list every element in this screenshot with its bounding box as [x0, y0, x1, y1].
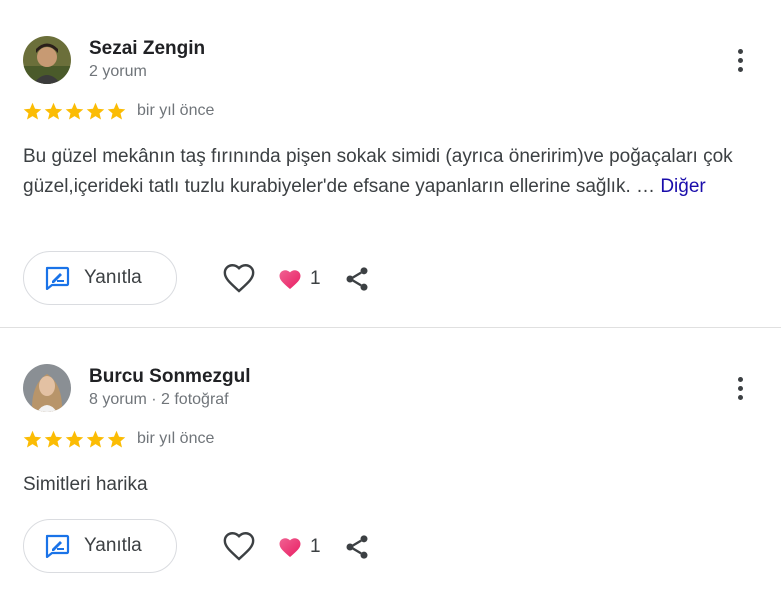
star-rating — [22, 100, 127, 122]
review-card: Sezai Zengin 2 yorum bir yıl önce Bu güz… — [0, 0, 781, 328]
star-icon — [65, 102, 84, 120]
reply-button[interactable]: Yanıtla — [23, 519, 177, 573]
star-icon — [86, 102, 105, 120]
reply-icon — [45, 266, 70, 290]
review-time: bir yıl önce — [137, 430, 215, 447]
reviewer-name[interactable]: Sezai Zengin — [89, 38, 205, 60]
review-card: Burcu Sonmezgul 8 yorum · 2 fotoğraf bir… — [0, 328, 781, 594]
star-icon — [23, 102, 42, 120]
reviewer-meta: 2 yorum — [89, 63, 147, 80]
share-icon[interactable] — [343, 265, 371, 293]
reviewer-name[interactable]: Burcu Sonmezgul — [89, 366, 251, 388]
review-body: Simitleri harika — [23, 474, 148, 495]
review-text: Simitleri harika — [23, 470, 743, 500]
star-rating — [22, 428, 127, 450]
reaction-count: 1 — [310, 268, 321, 289]
avatar[interactable] — [23, 36, 71, 84]
more-link[interactable]: Diğer — [660, 176, 705, 197]
review-text: Bu güzel mekânın taş fırınında pişen sok… — [23, 142, 743, 202]
reply-button[interactable]: Yanıtla — [23, 251, 177, 305]
reaction-count: 1 — [310, 536, 321, 557]
star-icon — [86, 430, 105, 448]
star-icon — [65, 430, 84, 448]
more-options-button[interactable] — [728, 45, 752, 75]
star-icon — [23, 430, 42, 448]
star-icon — [107, 102, 126, 120]
more-options-button[interactable] — [728, 373, 752, 403]
star-icon — [44, 430, 63, 448]
star-icon — [107, 430, 126, 448]
reply-label: Yanıtla — [84, 535, 142, 556]
more-vert-icon — [737, 376, 743, 382]
avatar[interactable] — [23, 364, 71, 412]
heart-filled-icon — [279, 270, 301, 289]
heart-outline-icon[interactable] — [222, 530, 256, 564]
star-icon — [44, 102, 63, 120]
review-time: bir yıl önce — [137, 102, 215, 119]
reviewer-meta: 8 yorum · 2 fotoğraf — [89, 391, 229, 408]
share-icon[interactable] — [343, 533, 371, 561]
heart-outline-icon[interactable] — [222, 262, 256, 296]
more-vert-icon — [737, 48, 743, 54]
review-body: Bu güzel mekânın taş fırınında pişen sok… — [23, 146, 733, 197]
reply-icon — [45, 534, 70, 558]
reply-label: Yanıtla — [84, 267, 142, 288]
heart-filled-icon — [279, 538, 301, 557]
